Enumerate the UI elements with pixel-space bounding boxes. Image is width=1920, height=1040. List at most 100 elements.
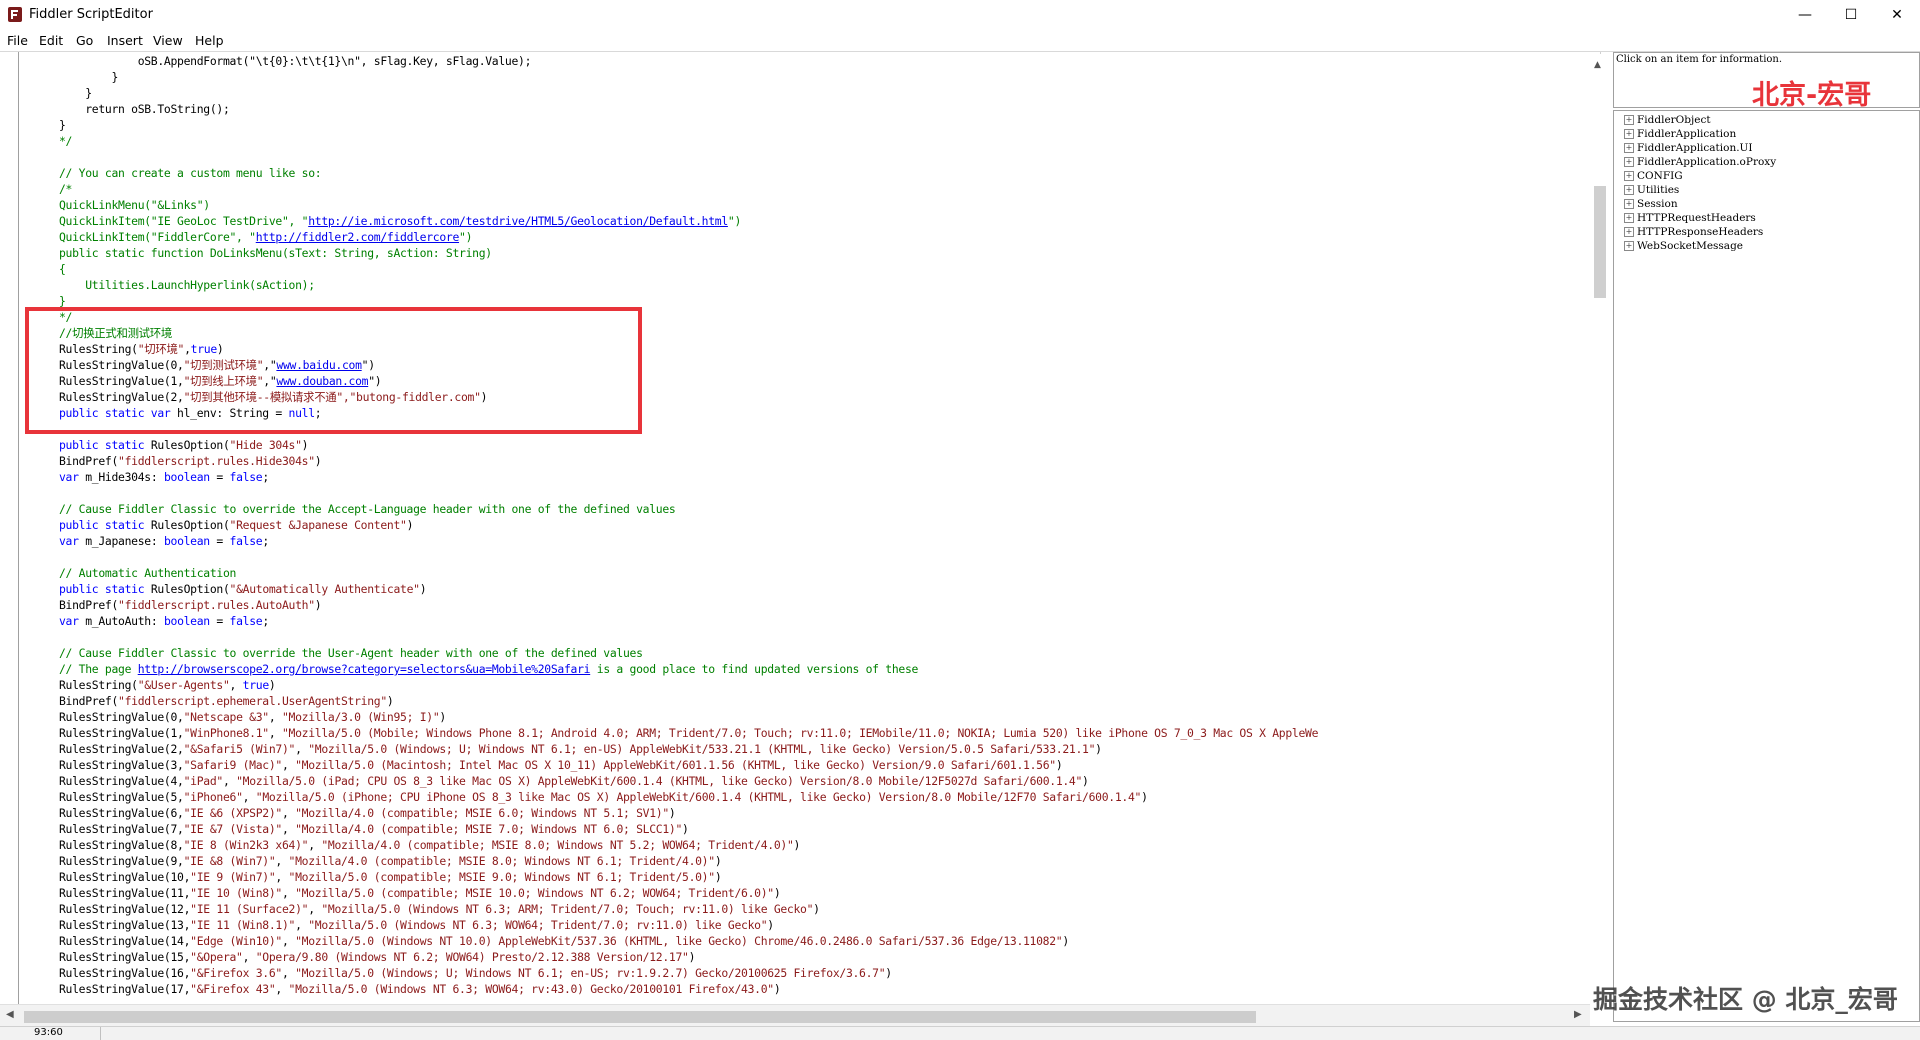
code-token: /*	[59, 182, 73, 196]
tree-item[interactable]: + Session	[1624, 197, 1678, 211]
tree-item[interactable]: + FiddlerObject	[1624, 113, 1711, 127]
code-token: )	[773, 982, 781, 996]
code-link[interactable]: http://browserscope2.org/browse?category…	[138, 662, 591, 676]
code-token: RulesStringValue(0,	[59, 710, 184, 724]
vertical-scrollbar[interactable]: ▲	[1590, 54, 1608, 1004]
minimize-button[interactable]: —	[1782, 0, 1828, 30]
horizontal-scrollbar[interactable]: ◀ ▶	[0, 1004, 1590, 1027]
code-link[interactable]: http://ie.microsoft.com/testdrive/HTML5/…	[308, 214, 728, 228]
code-token: RulesStringValue(12,	[59, 902, 191, 916]
code-token: ,	[268, 710, 282, 724]
code-token: ;	[262, 614, 269, 628]
code-link[interactable]: http://fiddler2.com/fiddlercore	[256, 230, 460, 244]
code-line: /*	[59, 181, 72, 197]
expand-icon[interactable]: +	[1624, 241, 1634, 251]
code-token: ,	[275, 854, 289, 868]
expand-icon[interactable]: +	[1624, 171, 1634, 181]
tree-item[interactable]: + HTTPResponseHeaders	[1624, 225, 1763, 239]
code-line: RulesStringValue(5,"iPhone6", "Mozilla/5…	[59, 789, 1148, 805]
highlight-annotation-box	[25, 307, 642, 434]
code-token: ,	[281, 966, 296, 980]
code-token: ")	[727, 214, 742, 228]
code-token: ,	[295, 742, 309, 756]
tree-item[interactable]: + FiddlerApplication.oProxy	[1624, 155, 1776, 169]
code-token: "Opera/9.80 (Windows NT 6.2; WOW64) Pres…	[255, 950, 689, 964]
code-token: ,	[281, 934, 296, 948]
expand-icon[interactable]: +	[1624, 227, 1634, 237]
expand-icon[interactable]: +	[1624, 199, 1634, 209]
tree-item[interactable]: + FiddlerApplication	[1624, 127, 1736, 141]
info-panel: Click on an item for information. 北京-宏哥	[1613, 52, 1920, 111]
scroll-up-icon[interactable]: ▲	[1594, 60, 1601, 70]
code-token: "IE 9 (Win7)"	[190, 870, 276, 884]
code-token: "Mozilla/5.0 (Macintosh; Intel Mac OS X …	[295, 758, 1056, 772]
menu-help[interactable]: Help	[195, 33, 224, 48]
code-token: "Mozilla/3.0 (Win95; I)"	[282, 710, 440, 724]
code-token: ;	[262, 470, 269, 484]
menu-file[interactable]: File	[7, 33, 28, 48]
menu-edit[interactable]: Edit	[39, 33, 63, 48]
code-token: m_AutoAuth:	[78, 614, 164, 628]
code-line: public static function DoLinksMenu(sText…	[59, 245, 492, 261]
expand-icon[interactable]: +	[1624, 213, 1634, 223]
code-token: "&Firefox 43"	[190, 982, 276, 996]
expand-icon[interactable]: +	[1624, 157, 1634, 167]
code-line: QuickLinkItem("IE GeoLoc TestDrive", "ht…	[59, 213, 741, 229]
code-line: var m_Hide304s: boolean = false;	[59, 469, 269, 485]
tree-item[interactable]: + HTTPRequestHeaders	[1624, 211, 1756, 225]
tree-item-label: HTTPResponseHeaders	[1637, 226, 1764, 238]
code-area[interactable]: oSB.AppendFormat("\t{0}:\t\t{1}\n", sFla…	[59, 52, 1589, 1004]
tree-item[interactable]: + CONFIG	[1624, 169, 1683, 183]
code-line: RulesStringValue(14,"Edge (Win10)", "Moz…	[59, 933, 1069, 949]
code-line: RulesStringValue(10,"IE 9 (Win7)", "Mozi…	[59, 869, 722, 885]
expand-icon[interactable]: +	[1624, 129, 1634, 139]
code-token: return oSB.ToString();	[59, 102, 230, 116]
menu-go[interactable]: Go	[76, 33, 93, 48]
expand-icon[interactable]: +	[1624, 143, 1634, 153]
editor-gutter	[0, 52, 19, 1004]
scroll-right-icon[interactable]: ▶	[1574, 1009, 1582, 1020]
code-token: "IE 11 (Surface2)"	[190, 902, 309, 916]
close-button[interactable]: ✕	[1874, 0, 1920, 30]
code-token: RulesStringValue(11,	[59, 886, 191, 900]
code-token: public static	[59, 438, 145, 452]
code-token: "iPad"	[183, 774, 224, 788]
code-line: public static RulesOption("Hide 304s")	[59, 437, 309, 453]
tree-item[interactable]: + FiddlerApplication.UI	[1624, 141, 1753, 155]
menu-view[interactable]: View	[153, 33, 183, 48]
code-line: RulesStringValue(7,"IE &7 (Vista)", "Moz…	[59, 821, 689, 837]
code-token: "Mozilla/5.0 (Windows NT 10.0) AppleWebK…	[295, 934, 1063, 948]
code-line: QuickLinkMenu("&Links")	[59, 197, 210, 213]
code-token: )	[682, 822, 689, 836]
code-token: )	[314, 454, 322, 468]
expand-icon[interactable]: +	[1624, 185, 1634, 195]
code-token: public static	[59, 582, 145, 596]
status-divider	[100, 1027, 101, 1040]
maximize-button[interactable]: ☐	[1828, 0, 1874, 30]
menu-insert[interactable]: Insert	[107, 33, 143, 48]
code-token: RulesStringValue(6,	[59, 806, 184, 820]
code-token: ,	[222, 774, 237, 788]
code-token: "Mozilla/4.0 (compatible; MSIE 6.0; Wind…	[295, 806, 669, 820]
code-token: QuickLinkItem("IE GeoLoc TestDrive", "	[59, 214, 309, 228]
vertical-scroll-thumb[interactable]	[1594, 186, 1606, 298]
code-editor[interactable]: oSB.AppendFormat("\t{0}:\t\t{1}\n", sFla…	[0, 52, 1601, 1004]
code-token: ,	[281, 822, 296, 836]
code-line: }	[59, 69, 118, 85]
horizontal-scroll-thumb[interactable]	[24, 1011, 1256, 1023]
tree-item-label: FiddlerApplication.UI	[1637, 142, 1753, 154]
object-tree[interactable]: + FiddlerObject + FiddlerApplication + Fiddle…	[1613, 110, 1920, 1022]
code-token: m_Japanese:	[78, 534, 164, 548]
code-token: RulesStringValue(17,	[59, 982, 191, 996]
code-line: }	[59, 85, 92, 101]
code-token: )	[813, 902, 820, 916]
expand-icon[interactable]: +	[1624, 115, 1634, 125]
tree-item[interactable]: + Utilities	[1624, 183, 1679, 197]
code-token: )	[767, 918, 774, 932]
code-token: ,	[242, 950, 256, 964]
code-line: BindPref("fiddlerscript.rules.AutoAuth")	[59, 597, 322, 613]
code-token: )	[1062, 934, 1069, 948]
code-token: true	[242, 678, 270, 692]
tree-item[interactable]: + WebSocketMessage	[1624, 239, 1743, 253]
scroll-left-icon[interactable]: ◀	[6, 1009, 14, 1020]
